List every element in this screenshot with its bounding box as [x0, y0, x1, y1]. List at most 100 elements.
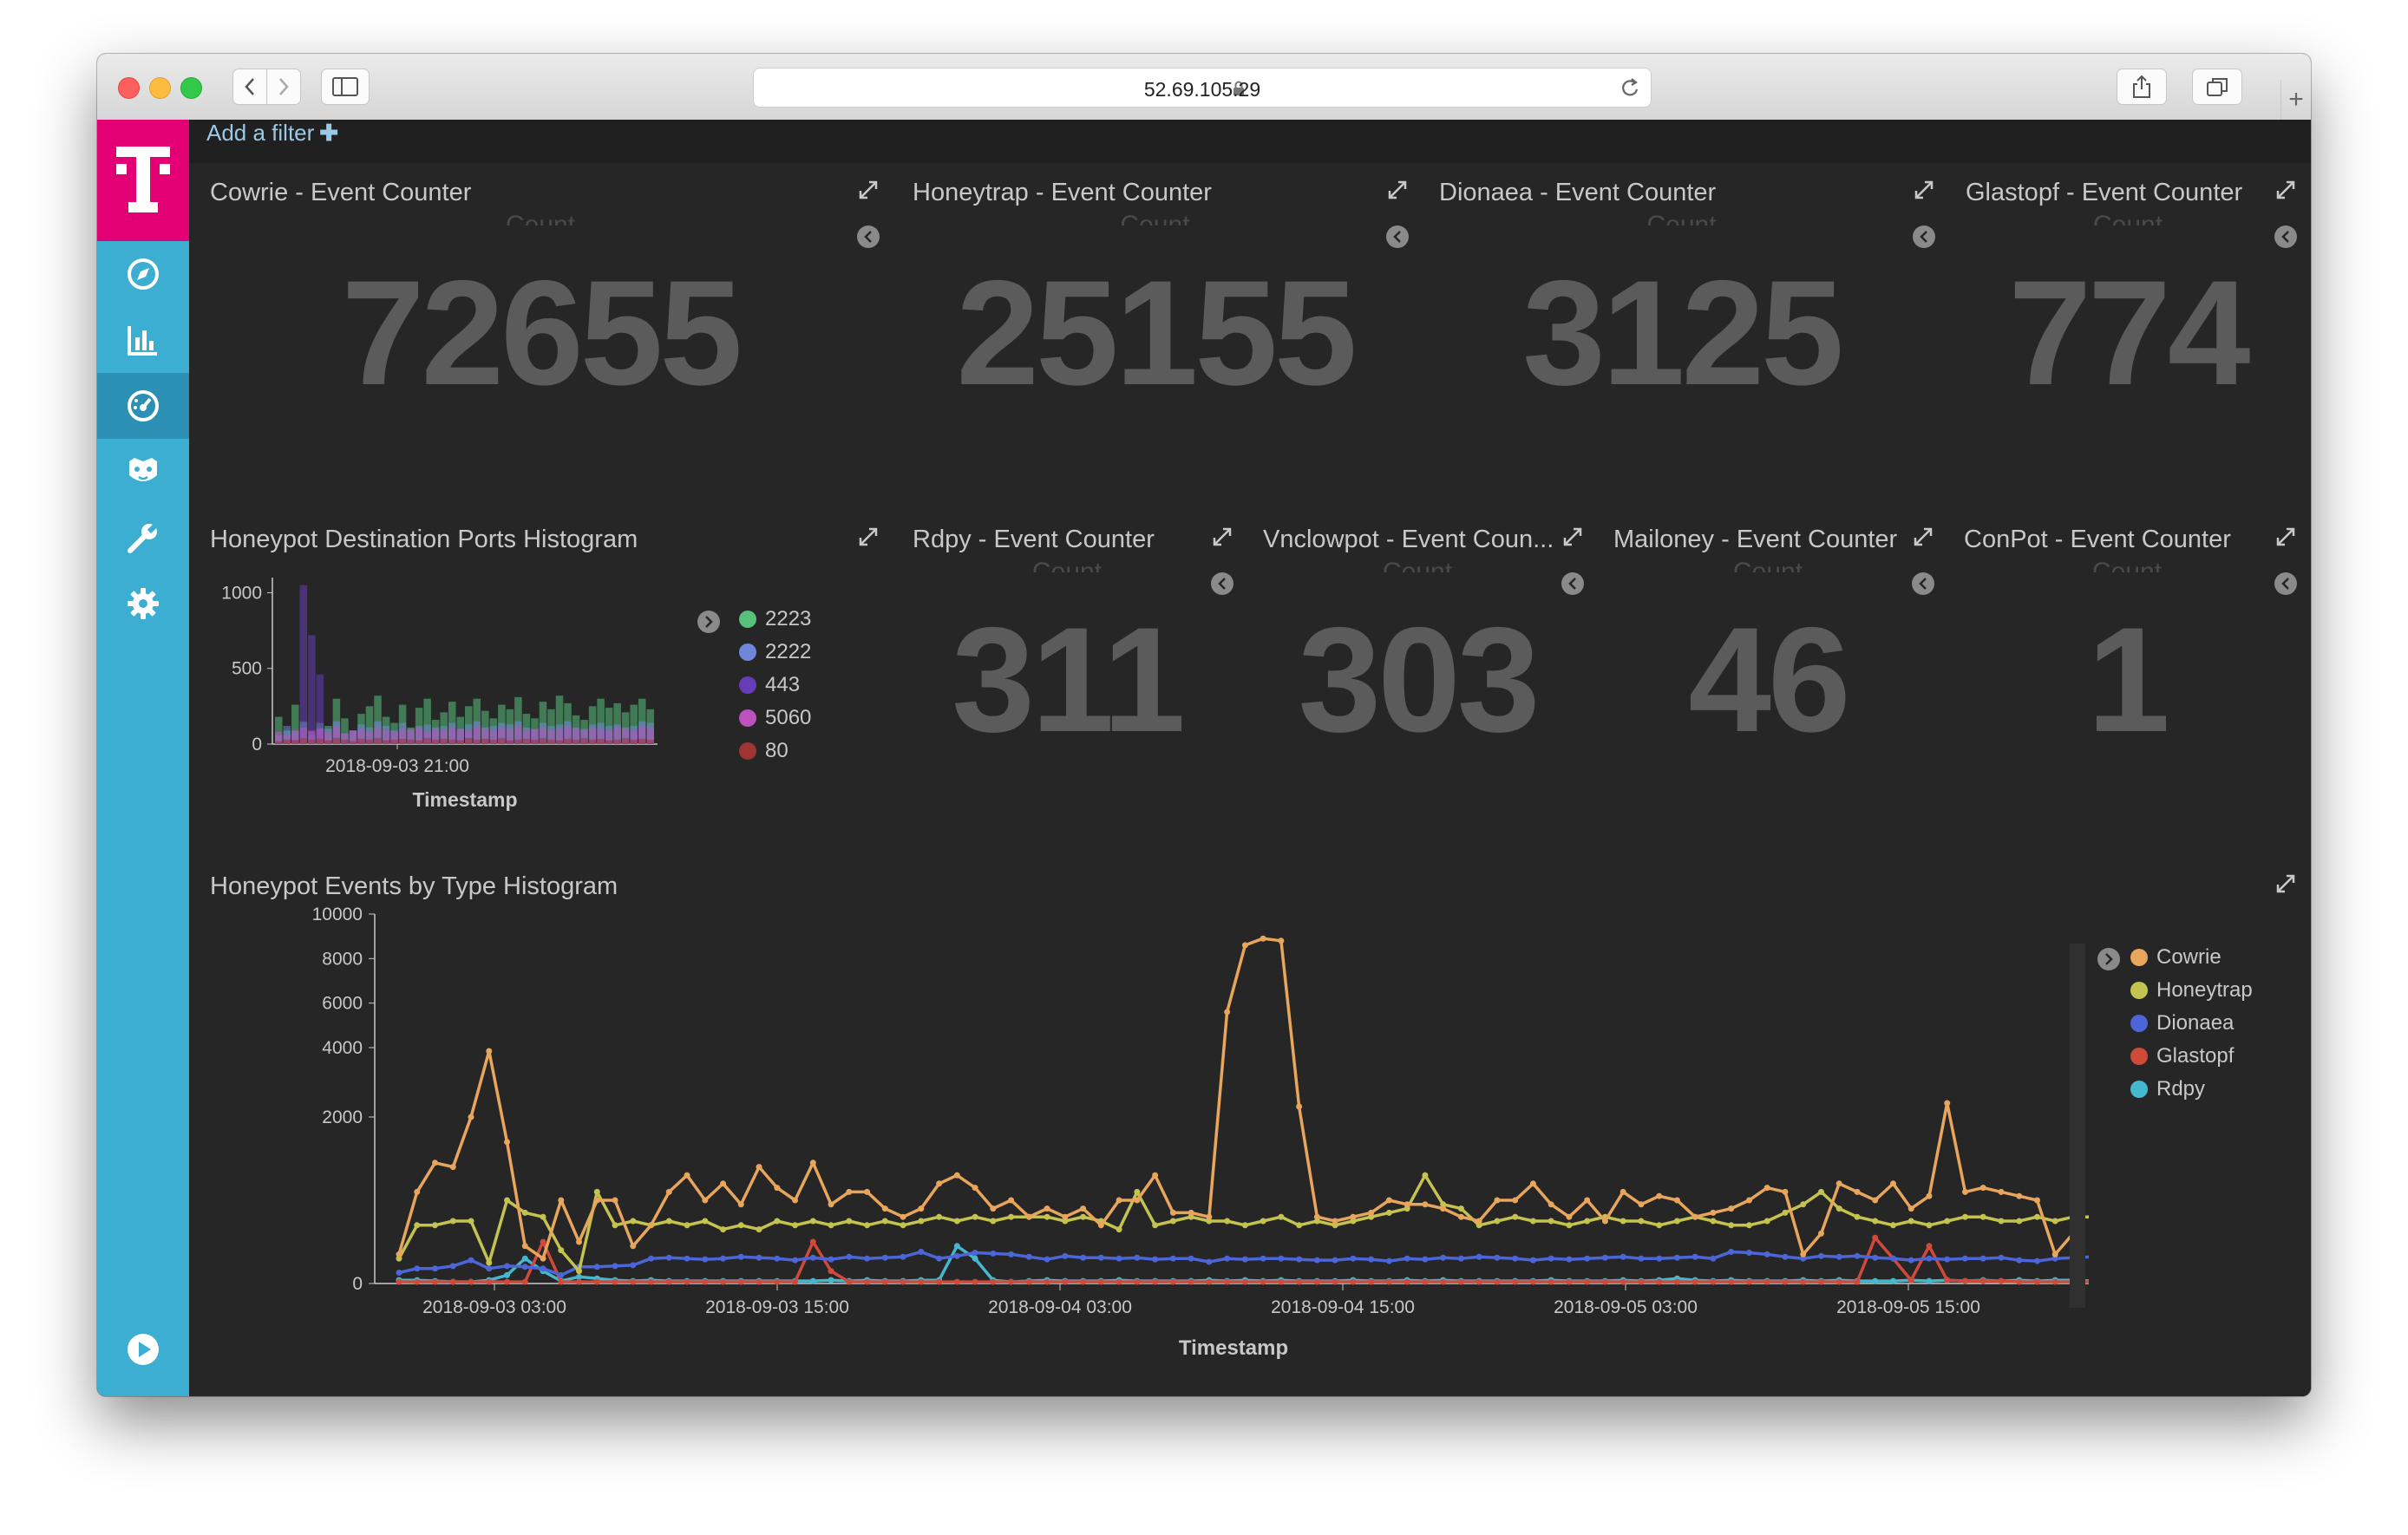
nav-dashboard[interactable]: [97, 373, 189, 439]
data-point: [809, 1238, 816, 1245]
minimize-window-button[interactable]: [149, 77, 171, 99]
nav-discover[interactable]: [97, 241, 189, 307]
data-point: [1529, 1257, 1536, 1264]
data-point: [1854, 1188, 1861, 1195]
collapse-toggle[interactable]: [1912, 572, 1934, 595]
bar: [498, 738, 506, 744]
data-point: [396, 1278, 402, 1285]
collapse-toggle[interactable]: [1386, 225, 1409, 248]
share-button[interactable]: [2117, 69, 2167, 105]
data-point: [1584, 1197, 1591, 1204]
data-point: [953, 1252, 960, 1259]
data-point: [593, 1197, 600, 1204]
nav-expand-sidebar[interactable]: [97, 1316, 189, 1382]
expand-icon[interactable]: [1913, 179, 1935, 201]
legend-item[interactable]: 2223: [739, 607, 811, 631]
expand-icon[interactable]: [1912, 526, 1934, 548]
legend-item[interactable]: Cowrie: [2130, 945, 2222, 970]
data-point: [1673, 1278, 1680, 1285]
legend-swatch: [2130, 949, 2148, 966]
zoom-window-button[interactable]: [180, 77, 202, 99]
data-point: [1404, 1255, 1410, 1262]
panel-glastopf-counter: Glastopf - Event Counter Count 774: [1945, 163, 2311, 510]
collapse-toggle[interactable]: [857, 225, 880, 248]
expand-icon[interactable]: [857, 179, 880, 201]
expand-icon[interactable]: [1211, 526, 1233, 548]
ports-histogram-chart[interactable]: 0 500 1000 2018-09-03 21:00 Timestamp: [189, 571, 692, 857]
legend-toggle[interactable]: [697, 611, 720, 633]
data-point: [864, 1255, 871, 1262]
data-point: [1745, 1249, 1752, 1256]
data-point: [1512, 1255, 1519, 1262]
data-point: [1278, 1255, 1285, 1262]
chevron-right-icon: [279, 78, 289, 95]
legend-item[interactable]: 5060: [739, 706, 811, 730]
filter-bar: Add a filter ✚: [189, 120, 2311, 163]
nav-timelion[interactable]: [97, 439, 189, 505]
bar: [588, 739, 597, 744]
close-window-button[interactable]: [118, 77, 140, 99]
collapse-toggle[interactable]: [2274, 572, 2297, 595]
expand-icon[interactable]: [857, 526, 880, 548]
data-point: [1691, 1253, 1698, 1260]
forward-button[interactable]: [266, 69, 301, 105]
data-point: [1854, 1252, 1861, 1259]
data-point: [1872, 1277, 1879, 1284]
new-tab-button[interactable]: +: [2280, 80, 2311, 120]
data-point: [1998, 1188, 2005, 1195]
data-point: [1889, 1277, 1896, 1284]
back-button[interactable]: [232, 69, 267, 105]
expand-icon[interactable]: [2274, 526, 2297, 548]
data-point: [1926, 1192, 1933, 1199]
data-point: [684, 1222, 690, 1229]
legend-item[interactable]: Honeytrap: [2130, 978, 2253, 1003]
legend-scroll-track[interactable]: [2070, 944, 2085, 1308]
data-point: [774, 1218, 781, 1225]
expand-icon[interactable]: [1386, 179, 1409, 201]
bar: [646, 739, 654, 744]
legend-item[interactable]: 2222: [739, 640, 811, 664]
panel-cowrie-counter: Cowrie - Event Counter Count 72655: [189, 163, 892, 510]
collapse-toggle[interactable]: [1211, 572, 1233, 595]
bar: [638, 738, 646, 744]
telekom-logo[interactable]: [97, 120, 189, 241]
legend-toggle[interactable]: [2097, 948, 2120, 970]
data-point: [1206, 1278, 1213, 1285]
collapse-toggle[interactable]: [2274, 225, 2297, 248]
legend-item[interactable]: Rdpy: [2130, 1077, 2205, 1101]
expand-icon[interactable]: [2274, 179, 2297, 201]
expand-icon[interactable]: [2274, 872, 2297, 895]
data-point: [1944, 1100, 1951, 1107]
collapse-toggle[interactable]: [1913, 225, 1935, 248]
bar: [365, 739, 374, 744]
data-point: [1260, 935, 1266, 942]
data-point: [1782, 1278, 1789, 1285]
address-bar[interactable]: 52.69.105.29: [753, 68, 1652, 108]
series-line: [397, 937, 2075, 1260]
data-point: [558, 1247, 565, 1254]
metric-value: 311: [952, 597, 1185, 763]
legend-item[interactable]: Dionaea: [2130, 1011, 2234, 1035]
sidebar-toggle-button[interactable]: [321, 69, 370, 105]
data-point: [1728, 1278, 1735, 1285]
nav-management[interactable]: [97, 571, 189, 637]
legend-item[interactable]: Glastopf: [2130, 1044, 2234, 1068]
tabs-overview-button[interactable]: [2192, 69, 2242, 105]
data-point: [1745, 1197, 1752, 1204]
data-point: [1188, 1278, 1194, 1285]
data-point: [1782, 1253, 1789, 1260]
add-filter-link[interactable]: Add a filter ✚: [206, 120, 338, 147]
nav-visualize[interactable]: [97, 307, 189, 373]
data-point: [792, 1222, 799, 1229]
reload-icon[interactable]: [1620, 77, 1640, 100]
events-histogram-chart[interactable]: 0 2000 4000 6000 8000 10000 2018-09-03 03:00 20…: [189, 900, 2089, 1368]
data-point: [2051, 1278, 2058, 1285]
nav-dev-tools[interactable]: [97, 505, 189, 571]
data-point: [1907, 1277, 1914, 1284]
legend-item[interactable]: 443: [739, 673, 800, 697]
collapse-toggle[interactable]: [1561, 572, 1584, 595]
legend-item[interactable]: 80: [739, 739, 788, 763]
y-tick-label: 6000: [322, 994, 363, 1014]
data-point: [828, 1222, 834, 1229]
expand-icon[interactable]: [1561, 526, 1584, 548]
